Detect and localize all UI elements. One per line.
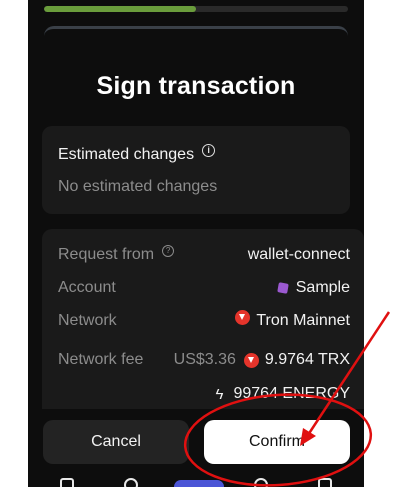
trx-token-icon bbox=[243, 352, 259, 368]
network-row: Network Tron Mainnet bbox=[58, 309, 350, 334]
request-from-value: wallet-connect bbox=[247, 246, 350, 263]
info-icon[interactable]: i bbox=[202, 144, 216, 157]
confirm-button[interactable]: Confirm bbox=[204, 420, 350, 464]
account-avatar-icon bbox=[276, 282, 289, 294]
progress-fill bbox=[44, 6, 196, 12]
cancel-button[interactable]: Cancel bbox=[43, 420, 189, 464]
estimated-changes-header: Estimated changes i bbox=[58, 144, 216, 164]
network-fee-energy: 99764 ENERGY bbox=[233, 385, 350, 402]
account-value: Sample bbox=[295, 279, 350, 296]
settings-tab-icon[interactable] bbox=[318, 478, 332, 487]
progress-bar bbox=[44, 6, 348, 12]
search-tab-icon[interactable] bbox=[124, 478, 138, 487]
sheet-handle bbox=[44, 26, 348, 36]
network-fee-trx: 9.9764 TRX bbox=[264, 351, 350, 368]
request-from-row: Request from ? wallet-connect bbox=[58, 245, 350, 268]
bottom-tab-bar bbox=[28, 474, 364, 487]
page-title: Sign transaction bbox=[96, 72, 296, 100]
estimated-changes-card: Estimated changes i No estimated changes bbox=[42, 126, 350, 214]
question-icon[interactable]: ? bbox=[162, 245, 175, 257]
activity-tab-icon[interactable] bbox=[254, 478, 268, 487]
network-fee-row: Network fee US$3.36 9.9764 TRX bbox=[58, 351, 350, 373]
active-tab-indicator[interactable] bbox=[174, 480, 224, 487]
network-label: Network bbox=[58, 312, 117, 329]
network-fee-usd: US$3.36 bbox=[173, 351, 236, 368]
tron-logo-icon bbox=[235, 309, 251, 325]
wallet-screen: Sign transaction Estimated changes i No … bbox=[28, 0, 364, 487]
network-fee-label: Network fee bbox=[58, 351, 144, 368]
energy-bolt-icon: ϟ bbox=[215, 385, 224, 403]
network-value: Tron Mainnet bbox=[256, 312, 350, 329]
account-label: Account bbox=[58, 279, 116, 296]
estimated-changes-empty: No estimated changes bbox=[58, 178, 218, 195]
energy-row: ϟ 99764 ENERGY bbox=[58, 385, 350, 407]
request-from-label: Request from bbox=[58, 246, 155, 263]
estimated-changes-heading: Estimated changes bbox=[58, 146, 195, 163]
account-row: Account Sample bbox=[58, 279, 350, 301]
home-tab-icon[interactable] bbox=[60, 478, 74, 487]
request-details-card: Request from ? wallet-connect Account Sa… bbox=[42, 229, 364, 409]
